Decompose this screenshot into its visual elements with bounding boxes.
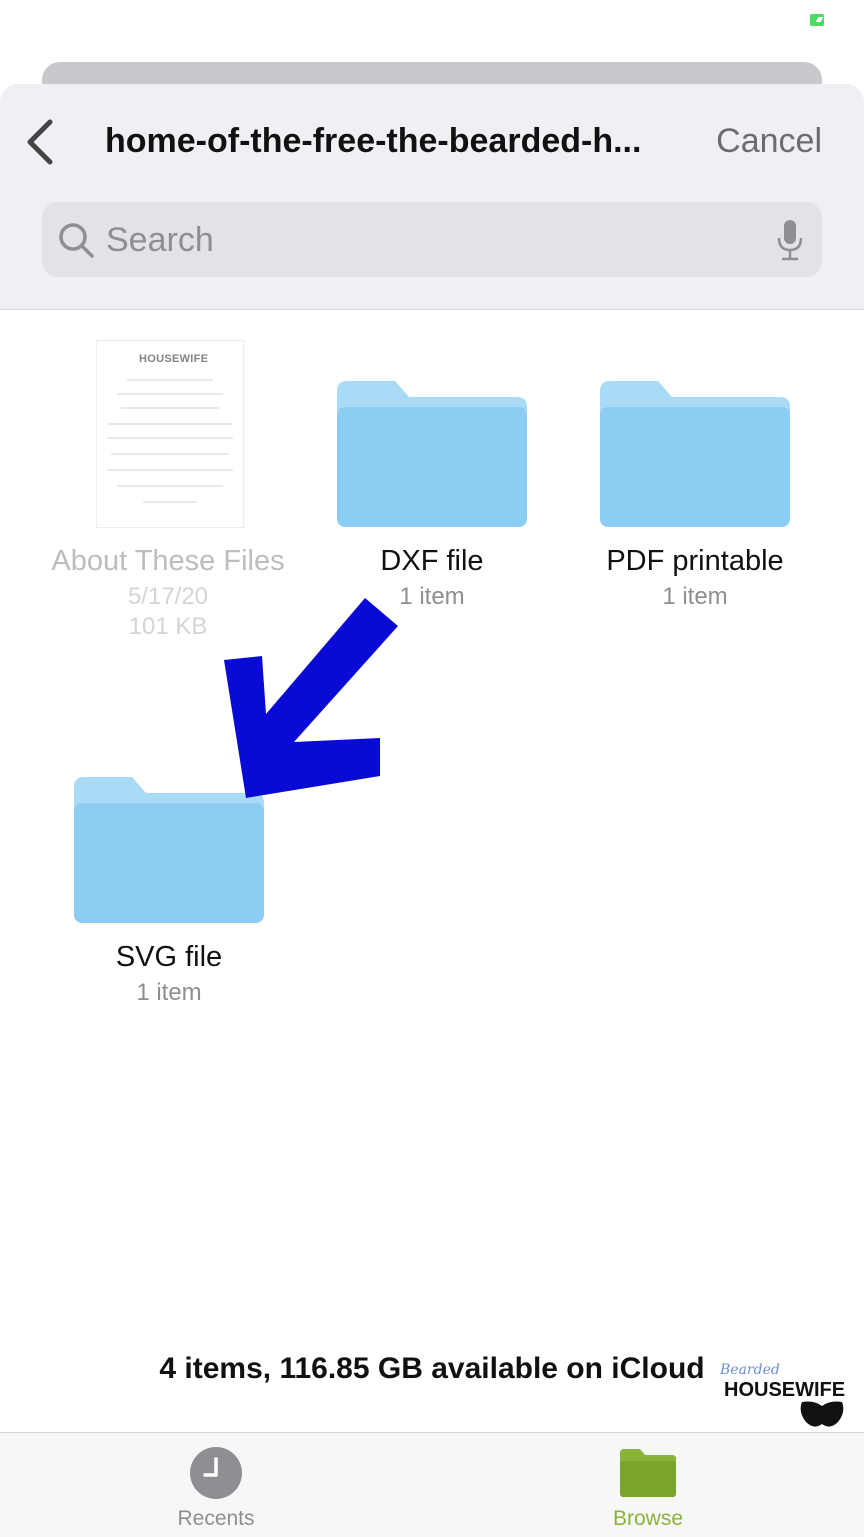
svg-text:Bearded: Bearded bbox=[719, 1362, 780, 1378]
folder-icon bbox=[620, 1449, 676, 1497]
back-button[interactable] bbox=[20, 116, 64, 168]
tab-label: Browse bbox=[612, 1507, 684, 1530]
tab-browse[interactable]: Browse bbox=[548, 1433, 748, 1537]
search-bar[interactable] bbox=[42, 202, 822, 277]
search-input[interactable] bbox=[104, 210, 748, 270]
folder-name: PDF printable bbox=[606, 545, 784, 577]
folder-name: DXF file bbox=[380, 545, 484, 577]
tab-bar: Recents Browse bbox=[0, 1432, 864, 1537]
folder-item-pdf[interactable]: PDF printable 1 item bbox=[575, 540, 815, 612]
status-bar bbox=[0, 0, 864, 62]
search-icon bbox=[59, 223, 94, 258]
file-item-about[interactable]: About These Files 5/17/20 101 KB bbox=[48, 540, 288, 642]
folder-name: SVG file bbox=[115, 941, 223, 973]
tab-recents[interactable]: Recents bbox=[116, 1433, 316, 1537]
folder-count: 1 item bbox=[136, 979, 202, 1006]
folder-title: home-of-the-free-the-bearded-h... bbox=[105, 122, 642, 160]
folder-item-dxf[interactable]: DXF file 1 item bbox=[312, 540, 552, 612]
watermark-logo: Bearded HOUSEWIFE bbox=[719, 1362, 845, 1427]
cancel-button[interactable]: Cancel bbox=[716, 122, 822, 161]
microphone-icon[interactable] bbox=[776, 218, 804, 262]
document-logo: HOUSEWIFE bbox=[139, 353, 209, 365]
file-name: About These Files bbox=[51, 545, 285, 577]
chevron-left-icon bbox=[27, 119, 53, 165]
folder-icon[interactable] bbox=[600, 381, 790, 527]
svg-text:HOUSEWIFE: HOUSEWIFE bbox=[724, 1379, 845, 1401]
folder-count: 1 item bbox=[399, 583, 465, 610]
clock-icon bbox=[190, 1447, 242, 1499]
folder-icon[interactable] bbox=[337, 381, 527, 527]
folder-icon[interactable] bbox=[74, 777, 264, 923]
tab-label: Recents bbox=[177, 1507, 255, 1530]
folder-item-svg[interactable]: SVG file 1 item bbox=[49, 936, 289, 1008]
navigation-bar: home-of-the-free-the-bearded-h... Cancel bbox=[0, 84, 864, 310]
file-size: 101 KB bbox=[128, 613, 208, 640]
document-thumbnail[interactable]: HOUSEWIFE bbox=[96, 340, 244, 528]
battery-icon bbox=[810, 14, 824, 26]
folder-count: 1 item bbox=[662, 583, 728, 610]
file-date: 5/17/20 bbox=[127, 583, 209, 610]
